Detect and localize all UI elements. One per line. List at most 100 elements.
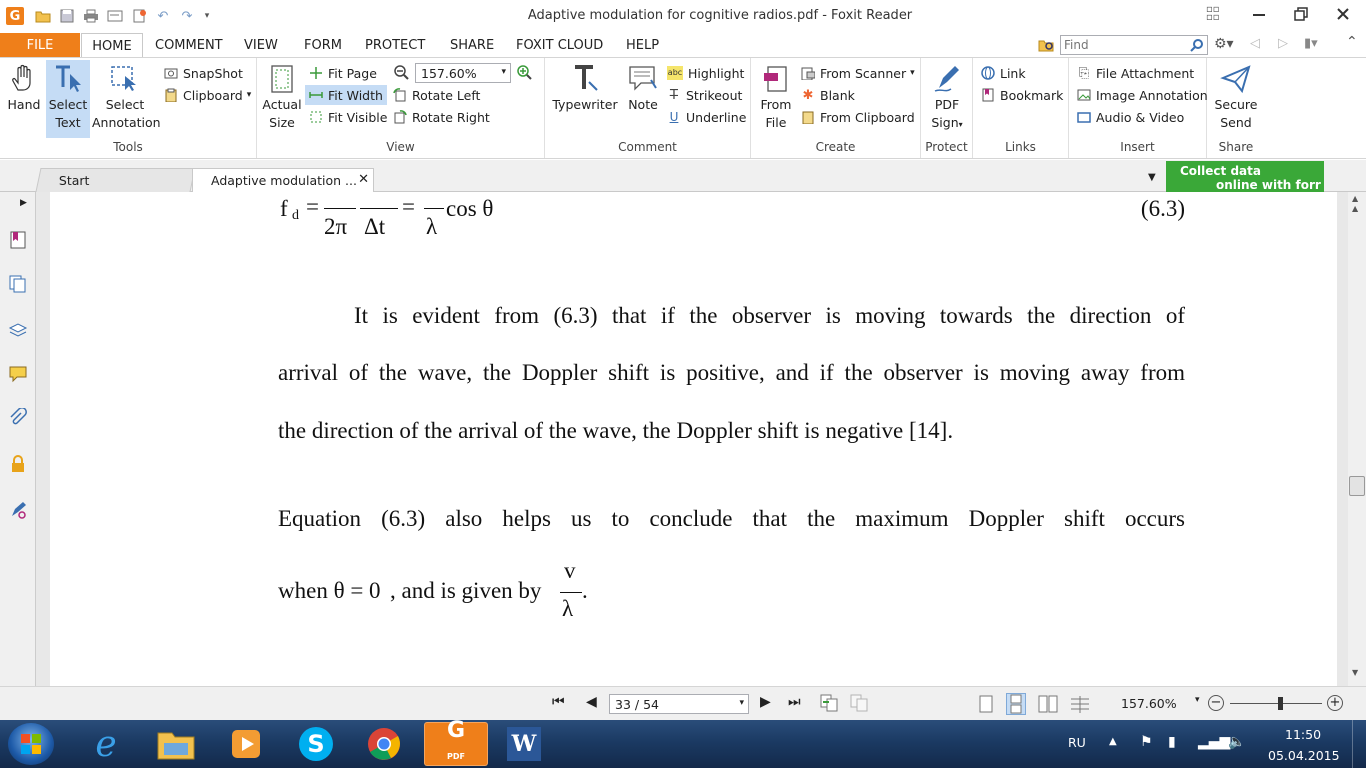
- show-hidden-icons[interactable]: ▲: [1109, 736, 1117, 747]
- from-file-button[interactable]: From File: [755, 64, 797, 132]
- vertical-scrollbar[interactable]: ▲ ▲ ▼: [1348, 192, 1366, 686]
- foxit-reader-button[interactable]: G PDF: [424, 720, 488, 766]
- highlight-button[interactable]: abc Highlight: [667, 63, 744, 83]
- bookmark-button[interactable]: Bookmark: [981, 85, 1063, 105]
- actual-size-button[interactable]: Actual Size: [261, 64, 303, 132]
- snapshot-button[interactable]: SnapShot: [164, 63, 243, 83]
- page-number-input[interactable]: 33 / 54 ▾: [609, 694, 749, 714]
- media-player-button[interactable]: [216, 722, 276, 766]
- previous-page-icon[interactable]: ◀: [586, 694, 597, 710]
- next-view-icon[interactable]: [850, 694, 870, 712]
- pages-panel-icon[interactable]: [8, 274, 28, 294]
- back-arrow-icon[interactable]: ◁: [1250, 36, 1260, 51]
- single-page-icon[interactable]: [978, 695, 994, 713]
- fit-page-button[interactable]: Fit Page: [309, 63, 377, 83]
- select-annotation-button[interactable]: Select Annotation: [92, 64, 161, 132]
- tab-list-dropdown-icon[interactable]: ▼: [1148, 172, 1156, 183]
- layers-panel-icon[interactable]: [8, 320, 28, 340]
- previous-view-icon[interactable]: [820, 694, 840, 712]
- tab-help[interactable]: HELP: [626, 38, 659, 53]
- find-input[interactable]: [1061, 36, 1181, 54]
- close-button[interactable]: [1322, 2, 1364, 26]
- link-button[interactable]: Link: [981, 63, 1026, 83]
- note-button[interactable]: Note: [623, 64, 663, 114]
- rotate-right-button[interactable]: Rotate Right: [393, 107, 490, 127]
- scroll-top-icon[interactable]: ▲: [1352, 194, 1358, 203]
- zoom-out-icon[interactable]: [393, 64, 409, 83]
- scroll-down-icon[interactable]: ▼: [1352, 668, 1358, 677]
- skype-button[interactable]: S: [286, 722, 346, 766]
- scroll-up-icon[interactable]: ▲: [1352, 204, 1358, 213]
- chrome-button[interactable]: [354, 722, 414, 766]
- security-panel-icon[interactable]: [8, 454, 28, 474]
- print-icon[interactable]: [82, 7, 100, 25]
- power-icon[interactable]: ▮: [1168, 734, 1176, 750]
- fit-visible-button[interactable]: Fit Visible: [309, 107, 387, 127]
- file-explorer-button[interactable]: [146, 722, 206, 766]
- tab-view[interactable]: VIEW: [244, 38, 278, 53]
- user-icon[interactable]: ▮▾: [1304, 36, 1318, 51]
- save-icon[interactable]: [58, 7, 76, 25]
- rotate-left-button[interactable]: Rotate Left: [393, 85, 480, 105]
- search-folder-icon[interactable]: [1038, 38, 1054, 52]
- clock-time[interactable]: 11:50: [1285, 727, 1321, 742]
- properties-icon[interactable]: [106, 7, 124, 25]
- zoom-in-circle-icon[interactable]: +: [1327, 695, 1343, 711]
- tab-start[interactable]: Start: [35, 168, 196, 192]
- blank-button[interactable]: ✱ Blank: [801, 85, 855, 105]
- ribbon-display-icon[interactable]: ▫▫ ▫▫: [1206, 5, 1224, 23]
- customize-icon[interactable]: ▾: [198, 7, 216, 25]
- attachments-panel-icon[interactable]: [8, 408, 28, 428]
- open-icon[interactable]: [34, 7, 52, 25]
- forward-arrow-icon[interactable]: ▷: [1278, 36, 1288, 51]
- secure-send-button[interactable]: Secure Send: [1211, 64, 1261, 132]
- close-tab-icon[interactable]: ✕: [358, 172, 369, 187]
- ad-banner[interactable]: Collect data online with forr: [1166, 161, 1324, 193]
- clipboard-button[interactable]: Clipboard ▾: [164, 85, 251, 105]
- search-icon[interactable]: [1190, 38, 1204, 55]
- expand-panel-icon[interactable]: ▶: [20, 198, 27, 208]
- zoom-slider-thumb[interactable]: [1278, 697, 1283, 710]
- clock-date[interactable]: 05.04.2015: [1268, 748, 1340, 763]
- tab-foxit-cloud[interactable]: FOXIT CLOUD: [516, 38, 603, 53]
- comments-panel-icon[interactable]: [8, 364, 28, 384]
- from-clipboard-button[interactable]: From Clipboard: [801, 107, 915, 127]
- image-annotation-button[interactable]: Image Annotation: [1077, 85, 1208, 105]
- first-page-icon[interactable]: ⏮: [552, 694, 565, 710]
- network-icon[interactable]: ▂▄▆: [1198, 734, 1230, 750]
- app-logo-icon[interactable]: G: [6, 7, 24, 25]
- minimize-button[interactable]: [1238, 2, 1280, 26]
- file-menu[interactable]: FILE: [0, 33, 80, 57]
- continuous-facing-icon[interactable]: [1070, 695, 1090, 713]
- last-page-icon[interactable]: ⏭: [788, 694, 801, 710]
- continuous-page-icon[interactable]: [1006, 693, 1026, 715]
- language-indicator[interactable]: RU: [1068, 735, 1086, 750]
- from-scanner-button[interactable]: From Scanner ▾: [801, 63, 915, 83]
- volume-icon[interactable]: 🔈: [1228, 734, 1245, 750]
- gear-icon[interactable]: ⚙▾: [1214, 36, 1234, 52]
- underline-button[interactable]: U Underline: [667, 107, 747, 127]
- restore-button[interactable]: [1280, 2, 1322, 26]
- strikeout-button[interactable]: T̶ Strikeout: [667, 85, 742, 105]
- signatures-panel-icon[interactable]: [8, 500, 28, 520]
- zoom-in-icon[interactable]: [516, 64, 532, 83]
- start-button[interactable]: [8, 723, 54, 765]
- file-attachment-button[interactable]: ⎘ File Attachment: [1077, 63, 1194, 83]
- zoom-out-circle-icon[interactable]: −: [1208, 695, 1224, 711]
- tab-document[interactable]: Adaptive modulation ... ✕: [192, 168, 374, 192]
- zoom-level-dropdown-icon[interactable]: ▾: [1195, 695, 1200, 705]
- tab-form[interactable]: FORM: [304, 38, 342, 53]
- zoom-select[interactable]: 157.60% ▾: [415, 63, 511, 83]
- tab-home[interactable]: HOME: [81, 33, 143, 58]
- fit-width-button[interactable]: Fit Width: [305, 85, 387, 105]
- scroll-thumb[interactable]: [1349, 476, 1365, 496]
- show-desktop-button[interactable]: [1352, 720, 1366, 768]
- word-button[interactable]: W: [494, 722, 554, 766]
- collapse-ribbon-icon[interactable]: ⌃: [1346, 34, 1358, 50]
- zoom-slider-track[interactable]: [1230, 703, 1322, 704]
- next-page-icon[interactable]: ▶: [760, 694, 771, 710]
- new-icon[interactable]: [130, 7, 148, 25]
- internet-explorer-button[interactable]: e: [76, 722, 136, 766]
- hand-button[interactable]: Hand: [4, 64, 44, 114]
- redo-icon[interactable]: ↷: [178, 7, 196, 25]
